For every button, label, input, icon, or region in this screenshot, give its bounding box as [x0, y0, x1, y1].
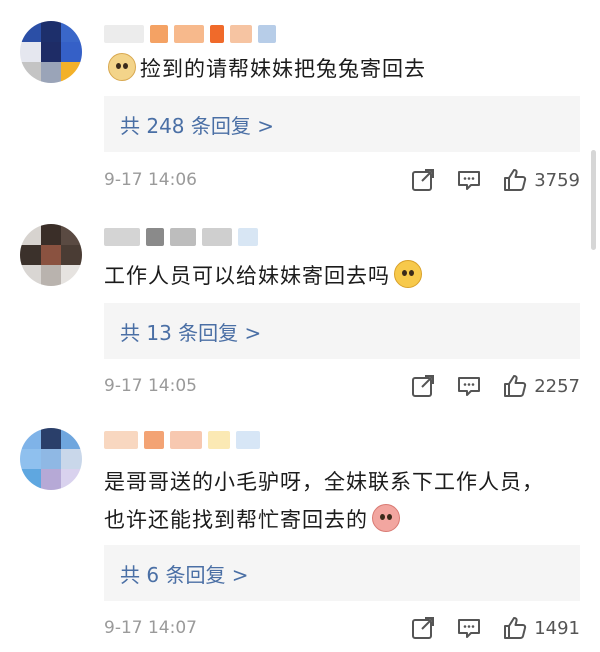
share-icon: [412, 169, 435, 191]
username-blur-block: [238, 228, 258, 246]
comment-text: 捡到的请帮妹妹把兔兔寄回去: [104, 50, 564, 88]
username-blur-block: [150, 25, 168, 43]
comment-icon: [458, 619, 481, 638]
scrollbar[interactable]: [591, 150, 596, 250]
dog-face-emoji: [108, 53, 136, 81]
comment-body: 工作人员可以给妹妹寄回去吗: [104, 264, 390, 288]
username-blur-block: [104, 431, 138, 449]
share-button[interactable]: [410, 615, 436, 641]
like-button[interactable]: 1491: [502, 615, 580, 641]
username-blur-block: [210, 25, 224, 43]
like-button[interactable]: 2257: [502, 373, 580, 399]
avatar-pixel: [40, 21, 62, 42]
avatar-pixel: [20, 41, 41, 63]
username-blur-block: [236, 431, 260, 449]
thumbs-up-icon: [504, 375, 527, 397]
pig-face-emoji: [372, 504, 400, 532]
avatar-pixel: [40, 265, 62, 286]
view-replies-button[interactable]: 共 13 条回复 >: [104, 303, 580, 359]
avatar-pixel: [61, 428, 82, 449]
avatar[interactable]: [20, 224, 82, 286]
username-blur-block: [104, 228, 140, 246]
username-blur-block: [202, 228, 232, 246]
like-count: 3759: [534, 169, 580, 191]
view-replies-button[interactable]: 共 6 条回复 >: [104, 545, 580, 601]
like-count: 1491: [534, 617, 580, 639]
comment-body: 是哥哥送的小毛驴呀，全妹联系下工作人员，也许还能找到帮忙寄回去的: [104, 470, 544, 532]
comment-meta: 9-17 14:06 3759: [104, 165, 580, 195]
comment-time: 9-17 14:05: [104, 376, 197, 396]
reply-count-link[interactable]: 共 13 条回复 >: [120, 317, 261, 346]
avatar-pixel: [40, 469, 62, 490]
username[interactable]: [104, 226, 258, 248]
pleading-face-emoji: [394, 260, 422, 288]
avatar-pixel: [61, 62, 82, 83]
avatar-pixel: [20, 469, 41, 490]
avatar-pixel: [20, 244, 41, 266]
avatar-pixel: [40, 62, 62, 83]
comment-body: 捡到的请帮妹妹把兔兔寄回去: [140, 57, 426, 81]
username-blur-block: [258, 25, 276, 43]
avatar-pixel: [20, 265, 41, 286]
reply-count-link[interactable]: 共 6 条回复 >: [120, 559, 249, 588]
avatar-pixel: [61, 224, 82, 245]
like-count: 2257: [534, 375, 580, 397]
username-blur-block: [170, 431, 202, 449]
username[interactable]: [104, 23, 276, 45]
thumbs-up-icon: [504, 617, 527, 639]
avatar-pixel: [20, 448, 41, 470]
comment-icon: [458, 171, 481, 190]
view-replies-button[interactable]: 共 248 条回复 >: [104, 96, 580, 152]
thumbs-up-icon: [504, 169, 527, 191]
avatar-pixel: [61, 244, 82, 266]
avatar-pixel: [40, 428, 62, 449]
comment-text: 工作人员可以给妹妹寄回去吗: [104, 257, 564, 295]
avatar-pixel: [20, 224, 41, 245]
comment-meta: 9-17 14:05 2257: [104, 371, 580, 401]
avatar-pixel: [61, 21, 82, 42]
avatar[interactable]: [20, 428, 82, 490]
avatar-pixel: [20, 21, 41, 42]
avatar-pixel: [61, 469, 82, 490]
avatar-pixel: [40, 41, 62, 63]
avatar-pixel: [40, 244, 62, 266]
username[interactable]: [104, 429, 260, 451]
comment-icon: [458, 377, 481, 396]
username-blur-block: [144, 431, 164, 449]
username-blur-block: [170, 228, 196, 246]
share-button[interactable]: [410, 373, 436, 399]
username-blur-block: [146, 228, 164, 246]
share-icon: [412, 617, 435, 639]
reply-count-link[interactable]: 共 248 条回复 >: [120, 110, 274, 139]
comment-text: 是哥哥送的小毛驴呀，全妹联系下工作人员，也许还能找到帮忙寄回去的: [104, 463, 564, 539]
share-icon: [412, 375, 435, 397]
like-button[interactable]: 3759: [502, 167, 580, 193]
comment-time: 9-17 14:06: [104, 170, 197, 190]
username-blur-block: [208, 431, 230, 449]
avatar-pixel: [20, 428, 41, 449]
username-blur-block: [230, 25, 252, 43]
avatar-pixel: [40, 224, 62, 245]
reply-button[interactable]: [456, 167, 482, 193]
avatar-pixel: [61, 265, 82, 286]
comment-meta: 9-17 14:07 1491: [104, 613, 580, 643]
reply-button[interactable]: [456, 373, 482, 399]
comment-time: 9-17 14:07: [104, 618, 197, 638]
username-blur-block: [174, 25, 204, 43]
avatar-pixel: [61, 448, 82, 470]
avatar-pixel: [40, 448, 62, 470]
avatar-pixel: [20, 62, 41, 83]
avatar[interactable]: [20, 21, 82, 83]
share-button[interactable]: [410, 167, 436, 193]
reply-button[interactable]: [456, 615, 482, 641]
username-blur-block: [104, 25, 144, 43]
avatar-pixel: [61, 41, 82, 63]
